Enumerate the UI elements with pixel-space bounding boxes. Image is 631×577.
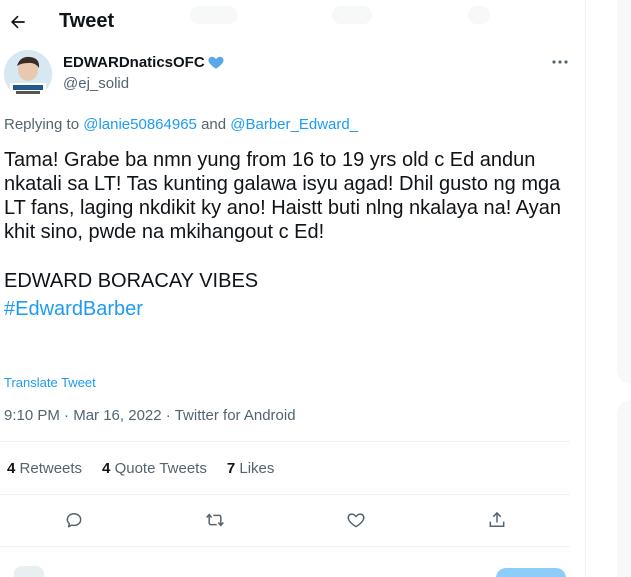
replying-conjunction: and — [201, 116, 227, 133]
like-button[interactable] — [341, 505, 371, 535]
author-display-name: EDWARDnaticsOFC — [63, 53, 205, 71]
likes-label: Likes — [239, 460, 275, 477]
translate-tweet-link[interactable]: Translate Tweet — [4, 375, 96, 390]
tweet-date[interactable]: Mar 16, 2022 — [73, 407, 161, 424]
heart-icon — [347, 513, 365, 528]
tweet-text: Tama! Grabe ba nmn yung from 16 to 19 yr… — [4, 148, 574, 321]
replying-prefix: Replying to — [4, 116, 80, 133]
tweet-time[interactable]: 9:10 PM — [4, 407, 60, 424]
tweet-client[interactable]: Twitter for Android — [175, 407, 296, 424]
tweet-meta: 9:10 PM · Mar 16, 2022 · Twitter for And… — [4, 407, 296, 424]
retweet-icon — [206, 513, 224, 527]
mention-link[interactable]: @lanie50864965 — [83, 116, 197, 133]
avatar-image — [4, 50, 52, 98]
tweet-stats: 4 Retweets 4 Quote Tweets 7 Likes — [7, 460, 274, 477]
retweets-label: Retweets — [19, 460, 83, 477]
reply-composer-avatar — [14, 566, 44, 577]
ghost-placeholder — [190, 6, 238, 24]
mention-link[interactable]: @Barber_Edward_ — [230, 116, 358, 133]
quote-tweets-label: Quote Tweets — [114, 460, 207, 477]
meta-separator: · — [165, 407, 171, 424]
quote-tweets-stat[interactable]: 4 Quote Tweets — [102, 460, 207, 477]
meta-separator: · — [64, 407, 70, 424]
share-button[interactable] — [482, 505, 512, 535]
sidebar-panel — [617, 400, 631, 577]
ghost-placeholder — [468, 6, 490, 24]
tweet-paragraph: EDWARD BORACAY VIBES — [4, 270, 259, 292]
author-handle[interactable]: @ej_solid — [63, 75, 129, 92]
share-icon — [489, 511, 505, 527]
divider — [0, 494, 570, 495]
divider — [0, 441, 570, 442]
tweet-actions — [0, 505, 570, 535]
retweets-count: 4 — [7, 460, 16, 477]
retweets-stat[interactable]: 4 Retweets — [7, 460, 82, 477]
likes-stat[interactable]: 7 Likes — [227, 460, 275, 477]
avatar[interactable] — [4, 50, 52, 98]
more-horizontal-icon — [552, 60, 568, 64]
header: Tweet — [0, 0, 586, 44]
arrow-left-icon — [10, 15, 25, 29]
reply-button[interactable] — [59, 505, 89, 535]
hashtag-link[interactable]: #EdwardBarber — [4, 297, 574, 321]
page-title: Tweet — [59, 10, 115, 32]
more-options-button[interactable] — [548, 52, 572, 72]
author-name[interactable]: EDWARDnaticsOFC — [63, 53, 225, 71]
ghost-placeholder — [332, 6, 372, 24]
retweet-button[interactable] — [200, 505, 230, 535]
back-button[interactable] — [4, 8, 32, 36]
replying-to: Replying to @lanie50864965 and @Barber_E… — [4, 116, 358, 133]
likes-count: 7 — [226, 460, 236, 477]
blue-heart-icon — [208, 56, 224, 69]
reply-button-partial[interactable] — [496, 568, 566, 577]
quote-tweets-count: 4 — [102, 460, 111, 477]
tweet-column: Tweet EDWARDnaticsOFC @ej_solid Replying… — [0, 0, 586, 577]
reply-icon — [66, 513, 82, 528]
sidebar-panel — [617, 0, 631, 384]
divider — [0, 546, 570, 547]
tweet-paragraph: Tama! Grabe ba nmn yung from 16 to 19 yr… — [4, 149, 562, 243]
